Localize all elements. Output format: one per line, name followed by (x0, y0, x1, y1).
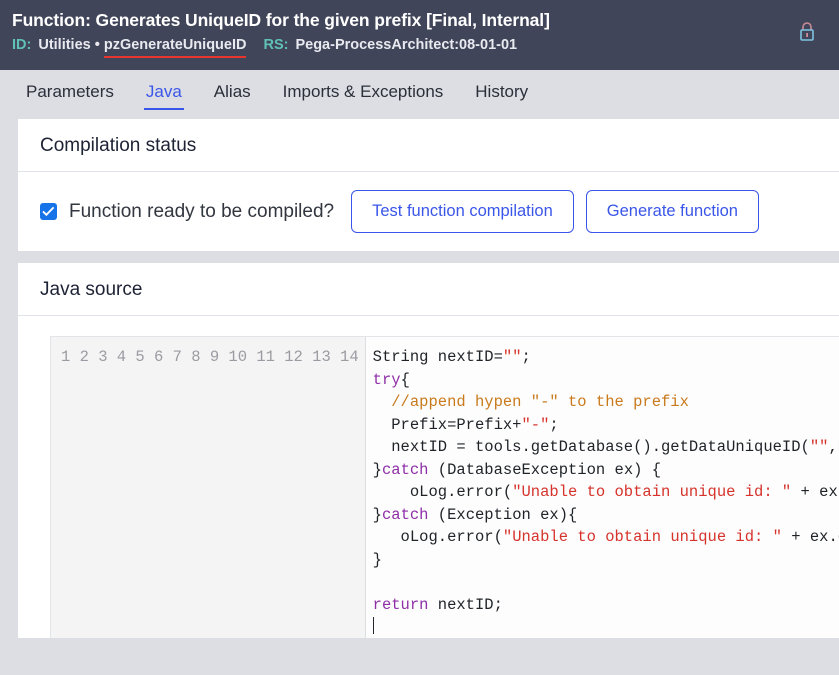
page-header: Function: Generates UniqueID for the giv… (0, 0, 839, 70)
tab-java[interactable]: Java (130, 70, 198, 112)
java-source-body: 1 2 3 4 5 6 7 8 9 10 11 12 13 14 String … (18, 316, 839, 638)
line-number-gutter: 1 2 3 4 5 6 7 8 9 10 11 12 13 14 (51, 337, 366, 638)
compilation-status-panel: Compilation status Function ready to be … (18, 119, 839, 251)
function-ready-checkbox[interactable] (40, 203, 57, 220)
tab-imports-exceptions[interactable]: Imports & Exceptions (267, 70, 460, 112)
panel-gap (0, 251, 839, 263)
compilation-controls-row: Function ready to be compiled? Test func… (40, 190, 817, 233)
page-title: Function: Generates UniqueID for the giv… (12, 10, 550, 30)
header-subtitle: ID: Utilities • pzGenerateUniqueID RS: P… (12, 36, 839, 58)
id-rule-name: pzGenerateUniqueID (103, 36, 247, 58)
code-content[interactable]: String nextID=""; try{ //append hypen "-… (366, 337, 839, 638)
checkmark-icon (42, 206, 55, 217)
tab-alias[interactable]: Alias (198, 70, 267, 112)
compilation-status-body: Function ready to be compiled? Test func… (18, 172, 839, 251)
test-function-compilation-button[interactable]: Test function compilation (351, 190, 574, 233)
compilation-status-title: Compilation status (18, 119, 839, 172)
id-ruleset: Utilities • (38, 37, 100, 53)
generate-function-button[interactable]: Generate function (585, 190, 759, 233)
tab-bar: Parameters Java Alias Imports & Exceptio… (0, 70, 839, 119)
code-editor[interactable]: 1 2 3 4 5 6 7 8 9 10 11 12 13 14 String … (50, 336, 839, 638)
tab-history[interactable]: History (459, 70, 544, 112)
tab-parameters[interactable]: Parameters (10, 70, 130, 112)
java-source-title: Java source (18, 263, 839, 316)
java-source-panel: Java source 1 2 3 4 5 6 7 8 9 10 11 12 1… (18, 263, 839, 638)
rs-value: Pega-ProcessArchitect:08-01-01 (295, 37, 518, 53)
id-label: ID: (12, 37, 32, 53)
rs-label: RS: (263, 37, 289, 53)
lock-icon (797, 20, 817, 44)
function-ready-label: Function ready to be compiled? (69, 200, 335, 222)
